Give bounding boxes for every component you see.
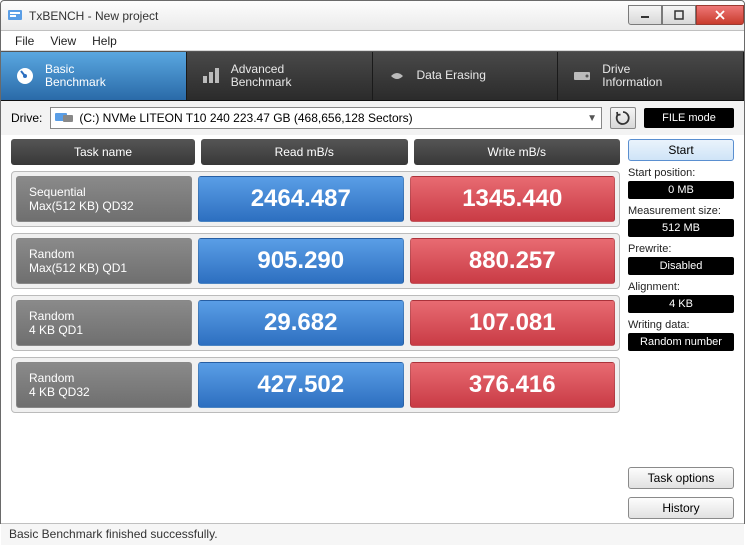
- header-write: Write mB/s: [414, 139, 621, 165]
- task-name: Random4 KB QD32: [16, 362, 192, 408]
- result-row: SequentialMax(512 KB) QD32 2464.487 1345…: [11, 171, 620, 227]
- start-button[interactable]: Start: [628, 139, 734, 161]
- drive-value: (C:) NVMe LITEON T10 240 223.47 GB (468,…: [79, 111, 412, 125]
- tab-label: Benchmark: [231, 75, 292, 89]
- menu-file[interactable]: File: [9, 32, 40, 50]
- app-icon: [7, 8, 23, 24]
- gauge-icon: [15, 66, 35, 86]
- tab-label: Data Erasing: [417, 68, 486, 82]
- drive-bar: Drive: (C:) NVMe LITEON T10 240 223.47 G…: [1, 101, 744, 135]
- measurement-size-label: Measurement size:: [628, 205, 734, 217]
- prewrite-value: Disabled: [628, 257, 734, 275]
- read-value: 905.290: [198, 238, 404, 284]
- tab-label: Information: [602, 75, 662, 89]
- window-title: TxBENCH - New project: [29, 9, 158, 23]
- maximize-button[interactable]: [662, 5, 696, 25]
- chevron-down-icon: ▼: [587, 113, 597, 124]
- writing-data-value: Random number: [628, 333, 734, 351]
- menu-view[interactable]: View: [44, 32, 82, 50]
- tab-label: Benchmark: [45, 75, 106, 89]
- menu-help[interactable]: Help: [86, 32, 123, 50]
- read-value: 29.682: [198, 300, 404, 346]
- results-panel: Task name Read mB/s Write mB/s Sequentia…: [11, 139, 620, 519]
- side-panel: Start Start position: 0 MB Measurement s…: [628, 139, 734, 519]
- tab-data-erasing[interactable]: Data Erasing: [373, 52, 559, 100]
- prewrite-label: Prewrite:: [628, 243, 734, 255]
- read-value: 427.502: [198, 362, 404, 408]
- erase-icon: [387, 66, 407, 86]
- tab-row: BasicBenchmark AdvancedBenchmark Data Er…: [1, 51, 744, 101]
- tab-drive-information[interactable]: DriveInformation: [558, 52, 744, 100]
- drive-icon: [572, 66, 592, 86]
- window-titlebar: TxBENCH - New project: [1, 1, 744, 31]
- tab-basic-benchmark[interactable]: BasicBenchmark: [1, 52, 187, 100]
- tab-advanced-benchmark[interactable]: AdvancedBenchmark: [187, 52, 373, 100]
- tab-label: Basic: [45, 62, 74, 76]
- header-read: Read mB/s: [201, 139, 408, 165]
- task-name: SequentialMax(512 KB) QD32: [16, 176, 192, 222]
- write-value: 880.257: [410, 238, 616, 284]
- minimize-button[interactable]: [628, 5, 662, 25]
- tab-label: Advanced: [231, 62, 284, 76]
- result-row: Random4 KB QD1 29.682 107.081: [11, 295, 620, 351]
- bars-icon: [201, 66, 221, 86]
- header-task: Task name: [11, 139, 195, 165]
- writing-data-label: Writing data:: [628, 319, 734, 331]
- read-value: 2464.487: [198, 176, 404, 222]
- alignment-label: Alignment:: [628, 281, 734, 293]
- write-value: 107.081: [410, 300, 616, 346]
- tab-label: Drive: [602, 62, 630, 76]
- start-position-value: 0 MB: [628, 181, 734, 199]
- task-name: RandomMax(512 KB) QD1: [16, 238, 192, 284]
- alignment-value: 4 KB: [628, 295, 734, 313]
- drive-select[interactable]: (C:) NVMe LITEON T10 240 223.47 GB (468,…: [50, 107, 602, 129]
- write-value: 376.416: [410, 362, 616, 408]
- drive-icon: [55, 110, 73, 127]
- write-value: 1345.440: [410, 176, 616, 222]
- measurement-size-value: 512 MB: [628, 219, 734, 237]
- result-row: Random4 KB QD32 427.502 376.416: [11, 357, 620, 413]
- file-mode-badge: FILE mode: [644, 108, 734, 128]
- refresh-icon: [615, 110, 631, 126]
- start-position-label: Start position:: [628, 167, 734, 179]
- history-button[interactable]: History: [628, 497, 734, 519]
- close-button[interactable]: [696, 5, 744, 25]
- task-options-button[interactable]: Task options: [628, 467, 734, 489]
- result-row: RandomMax(512 KB) QD1 905.290 880.257: [11, 233, 620, 289]
- drive-label: Drive:: [11, 111, 42, 125]
- task-name: Random4 KB QD1: [16, 300, 192, 346]
- refresh-button[interactable]: [610, 107, 636, 129]
- menu-bar: File View Help: [1, 31, 744, 51]
- status-bar: Basic Benchmark finished successfully.: [1, 523, 744, 545]
